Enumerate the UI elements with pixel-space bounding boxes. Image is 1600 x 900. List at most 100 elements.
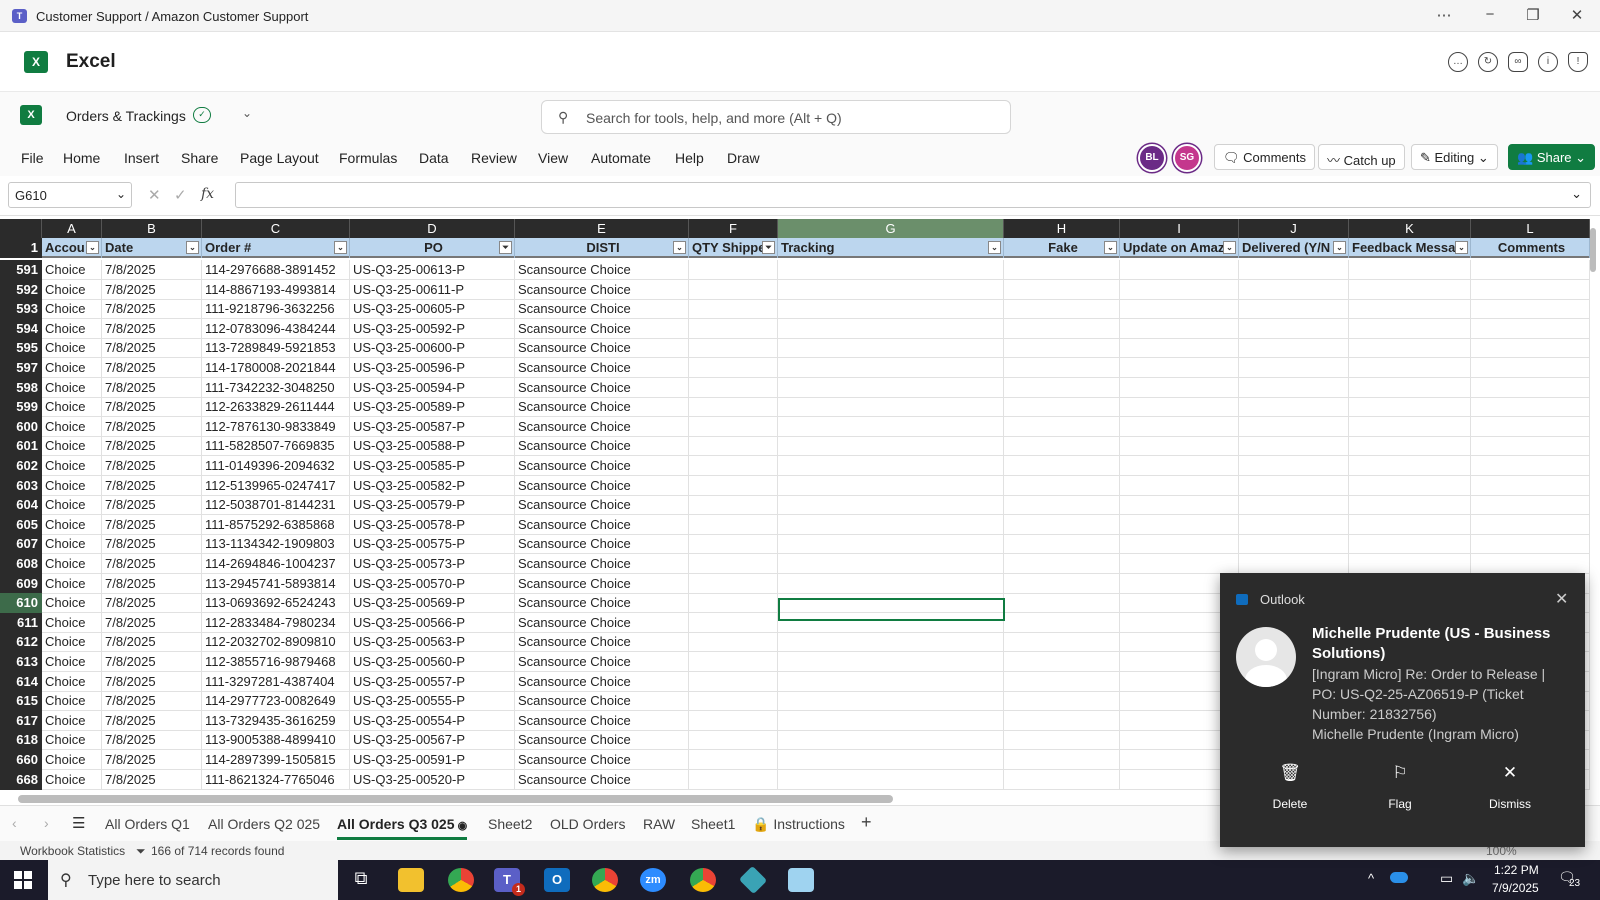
zoom-icon[interactable]: zm — [640, 868, 666, 892]
row-number[interactable]: 601 — [0, 436, 42, 457]
table-cell[interactable] — [1471, 299, 1590, 320]
row-number[interactable]: 602 — [0, 456, 42, 476]
table-cell[interactable] — [689, 730, 778, 751]
table-cell[interactable]: Scansource Choice — [515, 671, 689, 692]
table-cell[interactable]: Choice — [42, 710, 102, 731]
table-cell[interactable]: 114-2976688-3891452 — [202, 260, 350, 280]
table-cell[interactable]: Choice — [42, 338, 102, 359]
row-number[interactable]: 668 — [0, 769, 42, 790]
table-cell[interactable] — [689, 338, 778, 359]
table-cell[interactable] — [689, 495, 778, 516]
table-cell[interactable]: Scansource Choice — [515, 730, 689, 751]
table-cell[interactable] — [1004, 730, 1120, 751]
tab-data[interactable]: Data — [419, 150, 449, 166]
table-cell[interactable]: Scansource Choice — [515, 554, 689, 574]
table-cell[interactable] — [1471, 260, 1590, 280]
table-cell[interactable]: 111-5828507-7669835 — [202, 436, 350, 457]
windows-start-icon[interactable] — [14, 871, 32, 889]
table-cell[interactable] — [1004, 475, 1120, 496]
table-cell[interactable] — [1349, 416, 1471, 437]
table-cell[interactable]: 113-7329435-3616259 — [202, 710, 350, 731]
table-cell[interactable] — [689, 671, 778, 692]
table-cell[interactable]: 7/8/2025 — [102, 554, 202, 574]
column-header-d[interactable]: D — [350, 219, 515, 238]
table-cell[interactable]: Choice — [42, 750, 102, 770]
table-cell[interactable]: 114-2977723-0082649 — [202, 691, 350, 712]
table-cell[interactable] — [778, 730, 1004, 751]
table-cell[interactable]: 7/8/2025 — [102, 416, 202, 437]
table-cell[interactable]: Scansource Choice — [515, 573, 689, 594]
column-header-a[interactable]: A — [42, 219, 102, 238]
table-cell[interactable] — [1004, 338, 1120, 359]
table-cell[interactable]: 7/8/2025 — [102, 534, 202, 555]
search-box[interactable]: ⚲ Search for tools, help, and more (Alt … — [541, 100, 1011, 134]
table-cell[interactable]: US-Q3-25-00570-P — [350, 573, 515, 594]
table-cell[interactable] — [1120, 495, 1239, 516]
table-cell[interactable]: 7/8/2025 — [102, 573, 202, 594]
table-cell[interactable]: 7/8/2025 — [102, 652, 202, 672]
column-header-b[interactable]: B — [102, 219, 202, 238]
table-cell[interactable] — [1471, 338, 1590, 359]
column-header-g[interactable]: G — [778, 219, 1004, 238]
table-cell[interactable] — [778, 769, 1004, 790]
table-cell[interactable]: 7/8/2025 — [102, 358, 202, 378]
expand-icon[interactable]: ⌄ — [1571, 186, 1582, 202]
column-header-f[interactable]: F — [689, 219, 778, 238]
sheet-tab-all-orders-q2[interactable]: All Orders Q2 025 — [208, 816, 320, 832]
table-cell[interactable] — [689, 358, 778, 378]
table-cell[interactable]: Choice — [42, 436, 102, 457]
table-cell[interactable] — [778, 456, 1004, 476]
table-cell[interactable]: US-Q3-25-00592-P — [350, 318, 515, 339]
table-cell[interactable] — [689, 514, 778, 535]
table-cell[interactable]: Choice — [42, 730, 102, 751]
table-cell[interactable] — [1239, 456, 1349, 476]
table-cell[interactable] — [1239, 554, 1349, 574]
table-cell[interactable]: 112-2032702-8909810 — [202, 632, 350, 653]
table-cell[interactable] — [1471, 514, 1590, 535]
shield-icon[interactable]: ! — [1568, 52, 1588, 72]
table-cell[interactable] — [1004, 612, 1120, 633]
table-cell[interactable] — [1349, 475, 1471, 496]
table-cell[interactable]: 112-5038701-8144231 — [202, 495, 350, 516]
table-cell[interactable]: 7/8/2025 — [102, 299, 202, 320]
table-cell[interactable] — [689, 279, 778, 300]
table-cell[interactable] — [1471, 554, 1590, 574]
table-cell[interactable]: US-Q3-25-00569-P — [350, 593, 515, 614]
table-cell[interactable] — [689, 593, 778, 614]
table-cell[interactable] — [1349, 377, 1471, 398]
sheet-tab-raw[interactable]: RAW — [643, 816, 675, 832]
row-number[interactable]: 615 — [0, 691, 42, 712]
table-cell[interactable] — [1120, 514, 1239, 535]
table-cell[interactable]: Scansource Choice — [515, 377, 689, 398]
select-all-corner[interactable] — [0, 219, 42, 238]
flag-button[interactable]: ⚐ Flag — [1370, 763, 1430, 811]
header-cell[interactable]: Date ⌄ — [102, 238, 202, 258]
table-cell[interactable]: 112-0783096-4384244 — [202, 318, 350, 339]
table-cell[interactable]: 7/8/2025 — [102, 514, 202, 535]
table-cell[interactable]: US-Q3-25-00600-P — [350, 338, 515, 359]
table-cell[interactable]: Scansource Choice — [515, 397, 689, 418]
row-number[interactable]: 591 — [0, 260, 42, 280]
tab-page-layout[interactable]: Page Layout — [240, 150, 319, 166]
table-cell[interactable] — [778, 299, 1004, 320]
table-cell[interactable]: 7/8/2025 — [102, 318, 202, 339]
table-cell[interactable] — [778, 514, 1004, 535]
table-cell[interactable] — [1239, 358, 1349, 378]
filter-dropdown-icon[interactable]: ⌄ — [988, 241, 1001, 254]
table-cell[interactable] — [778, 475, 1004, 496]
table-cell[interactable] — [1349, 514, 1471, 535]
chat-icon[interactable]: … — [1448, 52, 1468, 72]
column-header-l[interactable]: L — [1471, 219, 1590, 238]
table-cell[interactable]: 7/8/2025 — [102, 671, 202, 692]
table-cell[interactable] — [1239, 318, 1349, 339]
header-cell[interactable]: Fake ⌄ — [1004, 238, 1120, 258]
table-cell[interactable]: Scansource Choice — [515, 456, 689, 476]
table-cell[interactable] — [1004, 691, 1120, 712]
table-cell[interactable] — [778, 750, 1004, 770]
comments-button[interactable]: 🗨 Comments — [1214, 144, 1315, 170]
table-cell[interactable]: 7/8/2025 — [102, 593, 202, 614]
table-cell[interactable] — [778, 710, 1004, 731]
table-cell[interactable]: Scansource Choice — [515, 318, 689, 339]
table-cell[interactable] — [778, 318, 1004, 339]
onedrive-icon[interactable] — [1390, 872, 1408, 883]
